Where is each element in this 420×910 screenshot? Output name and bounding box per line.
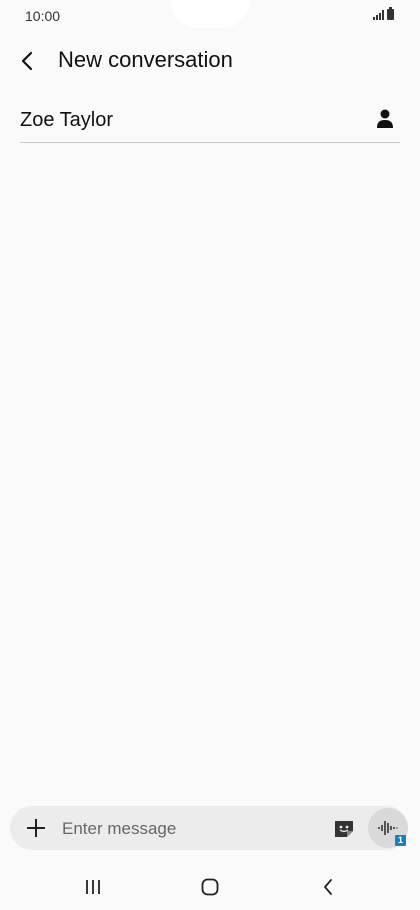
sticker-icon xyxy=(335,821,353,837)
voice-record-button[interactable]: 1 xyxy=(368,808,408,848)
sim-badge: 1 xyxy=(395,835,406,846)
recipient-field[interactable]: Zoe Taylor xyxy=(20,100,400,143)
contacts-button[interactable] xyxy=(372,106,398,132)
status-bar: 10:00 xyxy=(0,0,420,32)
navigation-bar xyxy=(0,864,420,910)
recipient-name[interactable]: Zoe Taylor xyxy=(20,109,113,132)
sticker-button[interactable] xyxy=(332,817,356,841)
chevron-left-icon xyxy=(21,51,33,71)
plus-icon xyxy=(27,819,45,837)
message-input[interactable] xyxy=(60,815,324,843)
app-header: New conversation xyxy=(0,40,420,80)
signal-icon xyxy=(373,10,384,20)
home-button[interactable] xyxy=(190,872,230,902)
back-button[interactable] xyxy=(12,46,42,76)
status-icons xyxy=(373,7,394,20)
camera-notch xyxy=(170,0,250,28)
message-composer: 1 xyxy=(10,806,408,850)
person-icon xyxy=(377,109,393,128)
battery-icon xyxy=(387,7,394,20)
nav-back-button[interactable] xyxy=(308,872,348,902)
home-icon xyxy=(201,878,219,896)
attach-button[interactable] xyxy=(24,816,48,840)
nav-back-icon xyxy=(324,879,332,895)
page-title: New conversation xyxy=(58,47,233,72)
recents-icon xyxy=(86,880,100,894)
status-time: 10:00 xyxy=(25,8,61,24)
recents-button[interactable] xyxy=(73,872,113,902)
